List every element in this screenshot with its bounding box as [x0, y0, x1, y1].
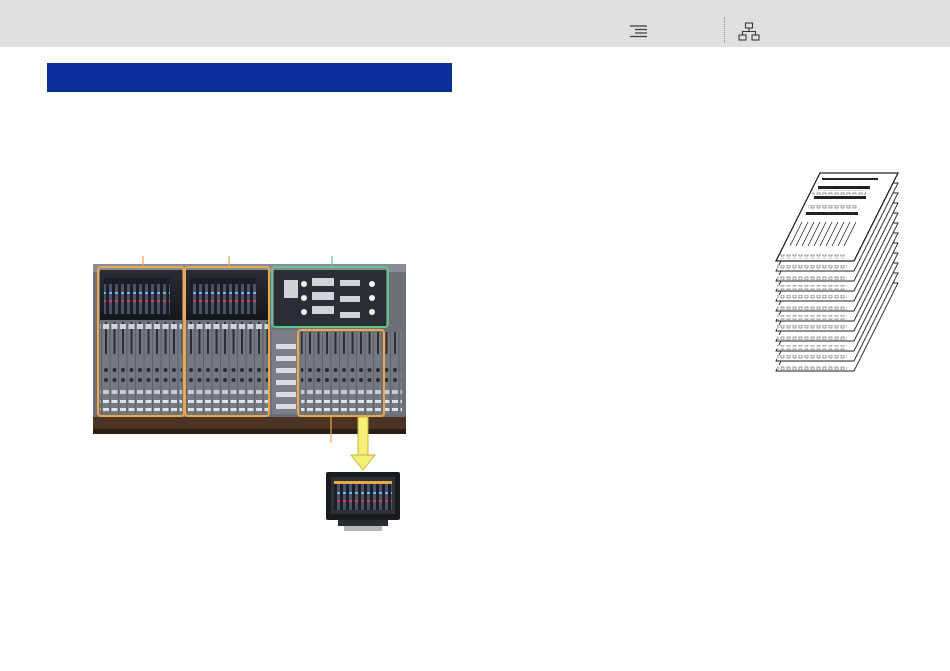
fader-layer-stack-illustration	[774, 172, 900, 372]
